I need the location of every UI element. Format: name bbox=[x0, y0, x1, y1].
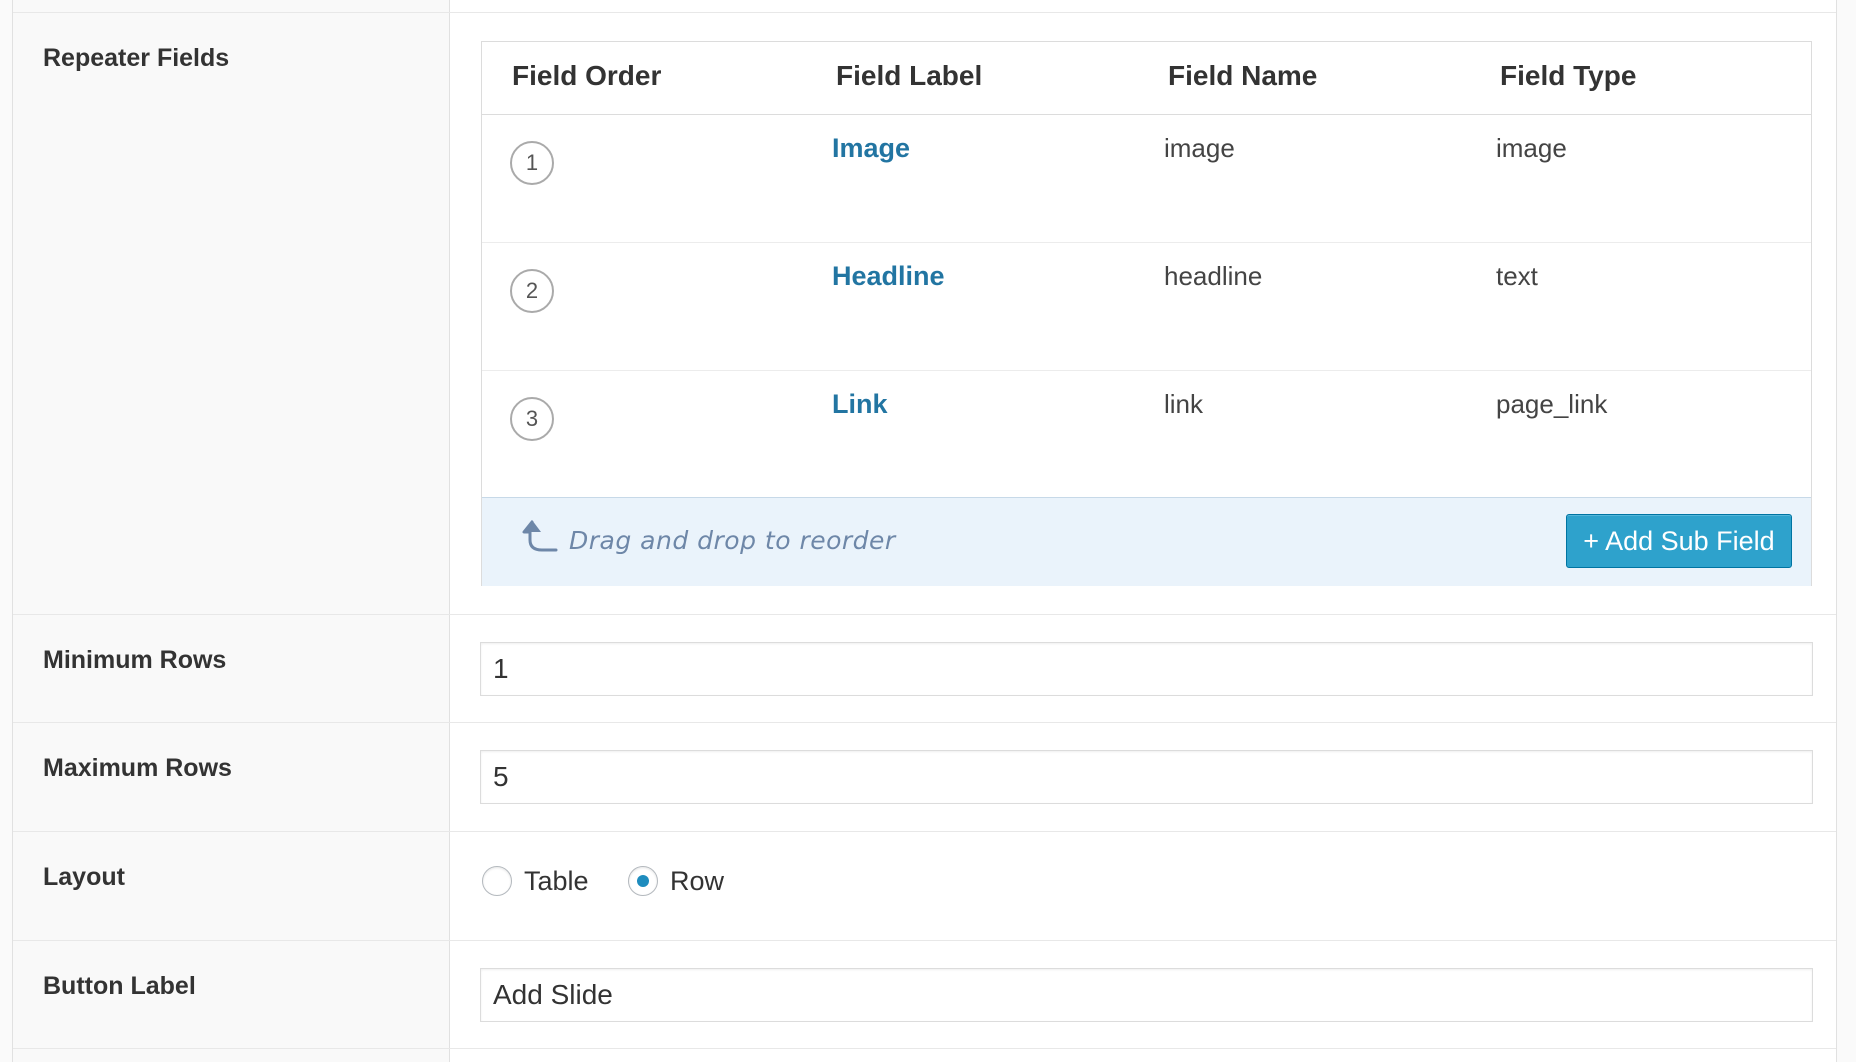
field-label-link[interactable]: Image bbox=[832, 133, 910, 164]
layout-table-label[interactable]: Table bbox=[524, 866, 589, 896]
table-footer: Drag and drop to reorder + Add Sub Field bbox=[482, 497, 1811, 586]
layout-table-radio[interactable] bbox=[482, 866, 512, 896]
minimum-rows-input[interactable]: 1 bbox=[480, 642, 1813, 696]
sub-fields-table: Field Order Field Label Field Name Field… bbox=[481, 41, 1812, 586]
acf-field-settings: Repeater Fields Minimum Rows Maximum Row… bbox=[0, 0, 1856, 1062]
table-row[interactable]: 1 Image image image bbox=[482, 115, 1811, 243]
field-type: text bbox=[1496, 261, 1538, 291]
row-divider bbox=[13, 614, 1836, 615]
table-row[interactable]: 3 Link link page_link bbox=[482, 371, 1811, 498]
header-field-name: Field Name bbox=[1168, 60, 1318, 91]
maximum-rows-label: Maximum Rows bbox=[43, 754, 232, 782]
field-type: page_link bbox=[1496, 389, 1608, 419]
field-type: image bbox=[1496, 133, 1567, 163]
row-divider bbox=[13, 831, 1836, 832]
row-divider bbox=[13, 940, 1836, 941]
field-name: image bbox=[1164, 133, 1235, 163]
field-name: link bbox=[1164, 389, 1204, 419]
layout-row-label[interactable]: Row bbox=[670, 866, 724, 896]
field-label-link[interactable]: Headline bbox=[832, 261, 945, 292]
repeater-fields-label: Repeater Fields bbox=[43, 44, 230, 72]
order-handle[interactable]: 3 bbox=[510, 397, 554, 441]
row-divider bbox=[13, 1048, 1836, 1049]
drag-hint: Drag and drop to reorder bbox=[569, 526, 896, 555]
button-label-input[interactable]: Add Slide bbox=[480, 968, 1813, 1022]
right-border bbox=[1836, 0, 1856, 1062]
add-sub-field-button[interactable]: + Add Sub Field bbox=[1566, 514, 1792, 568]
table-row[interactable]: 2 Headline headline text bbox=[482, 243, 1811, 371]
maximum-rows-input[interactable]: 5 bbox=[480, 750, 1813, 804]
label-column bbox=[13, 0, 449, 1062]
order-handle[interactable]: 2 bbox=[510, 269, 554, 313]
button-label-label: Button Label bbox=[43, 972, 196, 1000]
field-name: headline bbox=[1164, 261, 1263, 291]
header-field-label: Field Label bbox=[836, 60, 983, 91]
order-handle[interactable]: 1 bbox=[510, 141, 554, 185]
curved-up-arrow-icon bbox=[522, 520, 558, 552]
row-divider bbox=[13, 12, 1836, 13]
left-border bbox=[0, 0, 13, 1062]
row-divider bbox=[13, 722, 1836, 723]
header-field-type: Field Type bbox=[1500, 60, 1637, 91]
header-field-order: Field Order bbox=[512, 60, 662, 91]
layout-row-radio[interactable] bbox=[628, 866, 658, 896]
minimum-rows-label: Minimum Rows bbox=[43, 646, 227, 674]
field-label-link[interactable]: Link bbox=[832, 389, 888, 420]
layout-label: Layout bbox=[43, 863, 125, 891]
